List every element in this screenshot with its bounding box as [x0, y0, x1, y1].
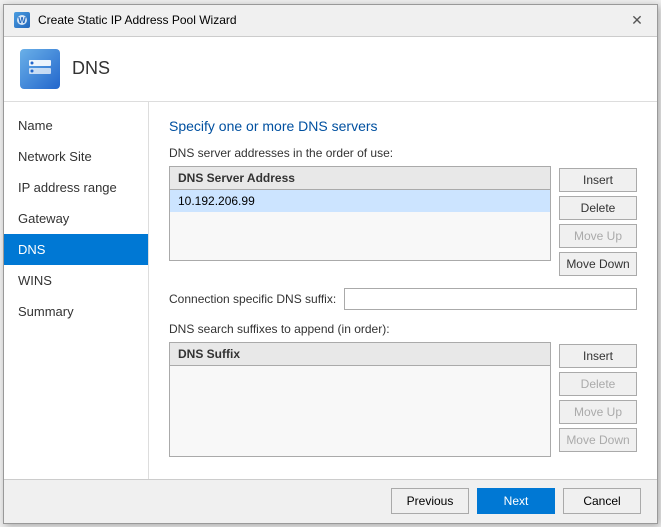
dns-suffix-table-wrapper: DNS Suffix [169, 342, 551, 461]
title-bar: W Create Static IP Address Pool Wizard ✕ [4, 5, 657, 37]
connection-dns-suffix-input[interactable] [344, 288, 637, 310]
sidebar-item-dns[interactable]: DNS [4, 234, 148, 265]
svg-text:W: W [18, 16, 26, 25]
dns-delete-button[interactable]: Delete [559, 196, 637, 220]
table-row[interactable]: 10.192.206.99 [170, 190, 550, 212]
sidebar: Name Network Site IP address range Gatew… [4, 102, 149, 479]
sidebar-item-gateway[interactable]: Gateway [4, 203, 148, 234]
footer: Previous Next Cancel [4, 479, 657, 523]
dns-header-icon [20, 49, 60, 89]
sidebar-item-wins[interactable]: WINS [4, 265, 148, 296]
section-title: Specify one or more DNS servers [169, 118, 637, 134]
title-bar-left: W Create Static IP Address Pool Wizard [14, 12, 237, 28]
dns-table-body[interactable]: 10.192.206.99 [170, 190, 550, 260]
dns-insert-button[interactable]: Insert [559, 168, 637, 192]
previous-button[interactable]: Previous [391, 488, 469, 514]
window-icon: W [14, 12, 30, 28]
dns-suffix-section: DNS Suffix Insert Delete Move Up Move Do… [169, 342, 637, 461]
sidebar-item-ip-range[interactable]: IP address range [4, 172, 148, 203]
content-area: Name Network Site IP address range Gatew… [4, 102, 657, 479]
dns-suffix-table: DNS Suffix [169, 342, 551, 457]
suffix-move-up-button[interactable]: Move Up [559, 400, 637, 424]
suffix-move-down-button[interactable]: Move Down [559, 428, 637, 452]
close-button[interactable]: ✕ [627, 10, 647, 30]
window-title: Create Static IP Address Pool Wizard [38, 13, 237, 27]
dns-move-down-button[interactable]: Move Down [559, 252, 637, 276]
dns-suffix-row: Connection specific DNS suffix: [169, 288, 637, 310]
next-button[interactable]: Next [477, 488, 555, 514]
connection-dns-suffix-label: Connection specific DNS suffix: [169, 292, 336, 306]
cancel-button[interactable]: Cancel [563, 488, 641, 514]
wizard-window: W Create Static IP Address Pool Wizard ✕… [3, 4, 658, 524]
dns-server-table: DNS Server Address 10.192.206.99 [169, 166, 551, 261]
sidebar-item-name[interactable]: Name [4, 110, 148, 141]
dns-table-header: DNS Server Address [170, 167, 550, 190]
suffix-table-body[interactable] [170, 366, 550, 456]
dns-server-buttons: Insert Delete Move Up Move Down [559, 166, 637, 276]
suffix-delete-button[interactable]: Delete [559, 372, 637, 396]
sidebar-item-network-site[interactable]: Network Site [4, 141, 148, 172]
dns-server-label: DNS server addresses in the order of use… [169, 146, 637, 160]
main-content: Specify one or more DNS servers DNS serv… [149, 102, 657, 479]
dns-server-section: DNS Server Address 10.192.206.99 Insert … [169, 166, 637, 276]
dns-search-label: DNS search suffixes to append (in order)… [169, 322, 637, 336]
page-title: DNS [72, 58, 110, 79]
dns-move-up-button[interactable]: Move Up [559, 224, 637, 248]
suffix-insert-button[interactable]: Insert [559, 344, 637, 368]
dns-server-table-wrapper: DNS Server Address 10.192.206.99 [169, 166, 551, 276]
suffix-table-header: DNS Suffix [170, 343, 550, 366]
wizard-header: DNS [4, 37, 657, 102]
sidebar-item-summary[interactable]: Summary [4, 296, 148, 327]
dns-suffix-buttons: Insert Delete Move Up Move Down [559, 342, 637, 461]
